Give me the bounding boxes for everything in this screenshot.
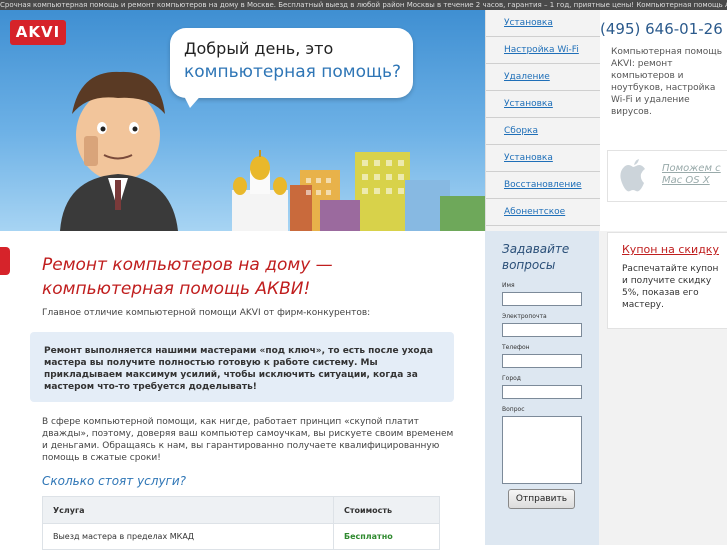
- city-label: Город: [502, 375, 521, 382]
- highlight-text: Ремонт выполняется нашими мастерами «под…: [44, 346, 433, 392]
- mac-promo[interactable]: Поможем с Mac OS X: [607, 150, 727, 202]
- question-textarea[interactable]: [502, 416, 582, 484]
- table-row: Выезд мастера в пределах МКАД Бесплатно: [42, 523, 440, 550]
- column-header-price: Стоимость: [333, 496, 440, 524]
- price-table: Услуга Стоимость Выезд мастера в предела…: [42, 496, 440, 550]
- services-menu: Установка Настройка Wi-Fi Удаление Устан…: [485, 10, 600, 231]
- coupon-text: Распечатайте купон и получите скидку 5%,…: [622, 264, 719, 310]
- table-header-row: Услуга Стоимость: [42, 496, 440, 524]
- menu-item-recovery[interactable]: Восстановление: [486, 172, 600, 199]
- company-description: Компьютерная помощь AKVI: ремонт компьют…: [611, 47, 723, 117]
- red-tab-marker: [0, 247, 10, 275]
- menu-item-assembly[interactable]: Сборка: [486, 118, 600, 145]
- column-header-service: Услуга: [42, 496, 334, 524]
- highlight-box: Ремонт выполняется нашими мастерами «под…: [30, 332, 454, 402]
- email-field[interactable]: [502, 323, 582, 337]
- name-label: Имя: [502, 282, 515, 289]
- top-banner: Срочная компьютерная помощь и ремонт ком…: [0, 0, 727, 10]
- mac-promo-text: Поможем с Mac OS X: [662, 163, 721, 186]
- hero-banner: AKVI Добрый день, это компьютерная помощ…: [0, 10, 485, 231]
- city-field[interactable]: [502, 385, 582, 399]
- bubble-tail: [182, 92, 204, 108]
- intro-text: Главное отличие компьютерной помощи AKVI…: [42, 308, 371, 318]
- bubble-greeting: Добрый день, это: [184, 39, 334, 58]
- phone-field[interactable]: [502, 354, 582, 368]
- phone-label: Телефон: [502, 344, 530, 351]
- prices-heading: Сколько стоят услуги?: [42, 474, 187, 488]
- question-label: Вопрос: [502, 406, 525, 413]
- body-paragraph: В сфере компьютерной помощи, как нигде, …: [42, 417, 454, 463]
- menu-item-install-1[interactable]: Установка: [486, 10, 600, 37]
- speech-bubble: Добрый день, это компьютерная помощь?: [170, 28, 413, 98]
- menu-item-subscription[interactable]: Абонентское: [486, 199, 600, 226]
- coupon-box: Купон на скидку Распечатайте купон и пол…: [607, 232, 727, 329]
- submit-button[interactable]: Отправить: [508, 489, 575, 509]
- menu-item-install-2[interactable]: Установка: [486, 91, 600, 118]
- page-title: Ремонт компьютеров на дому — компьютерна…: [42, 255, 333, 299]
- apple-icon: [620, 159, 645, 192]
- phone-number[interactable]: (495) 646-01-26: [600, 20, 723, 38]
- price-cell: Бесплатно: [333, 523, 440, 550]
- email-label: Электропочта: [502, 313, 547, 320]
- form-title: Задавайте вопросы: [502, 242, 570, 272]
- menu-item-wifi[interactable]: Настройка Wi-Fi: [486, 37, 600, 64]
- service-cell: Выезд мастера в пределах МКАД: [42, 523, 334, 550]
- menu-item-removal[interactable]: Удаление: [486, 64, 600, 91]
- coupon-link[interactable]: Купон на скидку: [622, 243, 719, 256]
- name-field[interactable]: [502, 292, 582, 306]
- menu-item-install-3[interactable]: Установка: [486, 145, 600, 172]
- bubble-question: компьютерная помощь?: [184, 62, 402, 82]
